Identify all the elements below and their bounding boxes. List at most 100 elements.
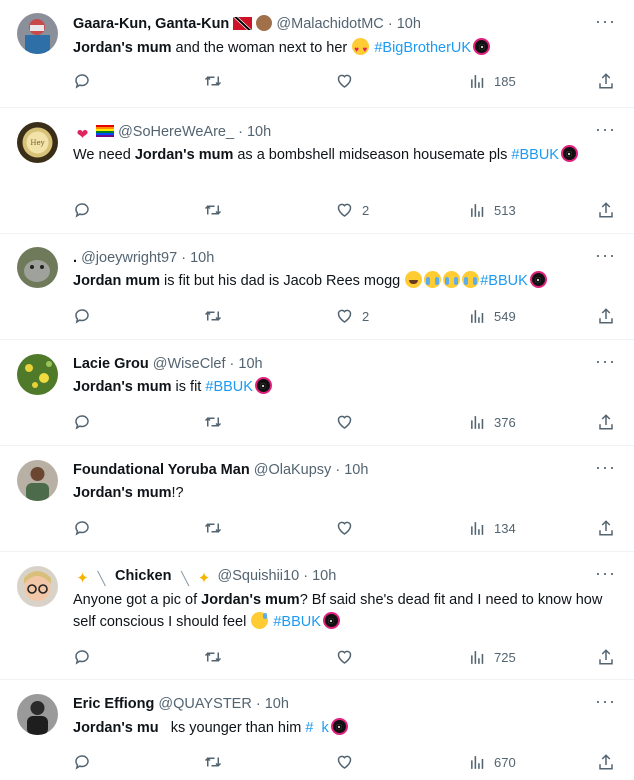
tweet-text: We need Jordan's mum as a bombshell mids… xyxy=(73,144,604,166)
avatar[interactable] xyxy=(17,694,58,735)
share-button[interactable] xyxy=(597,751,615,773)
avatar[interactable] xyxy=(17,247,58,288)
views-button[interactable]: 513 xyxy=(469,199,516,221)
like-button[interactable]: 2 xyxy=(335,199,369,221)
tweet-text-bold: Jordan's mu xyxy=(73,720,159,736)
hashtag-link[interactable]: #BigBrotherUK xyxy=(374,40,471,56)
like-button[interactable] xyxy=(335,517,362,539)
more-icon[interactable]: ··· xyxy=(595,120,616,138)
timestamp[interactable]: 10h xyxy=(238,356,262,372)
avatar[interactable] xyxy=(17,460,58,501)
view-count: 725 xyxy=(494,649,516,665)
more-icon[interactable]: ··· xyxy=(595,564,616,582)
display-name[interactable]: . xyxy=(73,250,77,266)
display-name[interactable]: Chicken xyxy=(115,568,171,584)
timestamp[interactable]: 10h xyxy=(397,16,421,32)
handle[interactable]: @SoHereWeAre_ xyxy=(118,124,234,140)
share-button[interactable] xyxy=(597,646,615,668)
views-button[interactable]: 185 xyxy=(469,70,516,92)
timestamp[interactable]: 10h xyxy=(247,124,271,140)
separator-dot: · xyxy=(387,16,393,32)
handle[interactable]: @Squishii10 xyxy=(218,568,300,584)
fist-emoji-icon xyxy=(256,15,273,31)
reply-button[interactable] xyxy=(73,305,91,327)
tweet-text-bold: Jordan's mum xyxy=(134,147,234,163)
hashtag-link[interactable]: # k xyxy=(305,720,328,736)
tweet[interactable]: Gaara-Kun, Ganta-Kun @MalachidotMC · 10h… xyxy=(0,0,634,108)
timestamp[interactable]: 10h xyxy=(265,696,289,712)
reply-button[interactable] xyxy=(73,517,91,539)
timestamp[interactable]: 10h xyxy=(190,250,214,266)
views-button[interactable]: 376 xyxy=(469,411,516,433)
tweet[interactable]: ✦ ╲ Chicken ╲ ✦ @Squishii10 · 10h ··· Anyo… xyxy=(0,552,634,680)
share-button[interactable] xyxy=(597,70,615,92)
tweet[interactable]: . @joeywright97 · 10h ··· Jordan mum is … xyxy=(0,234,634,340)
handle[interactable]: @QUAYSTER xyxy=(158,696,251,712)
hashtag-link[interactable]: #BBUK xyxy=(273,614,321,630)
share-button[interactable] xyxy=(597,517,615,539)
display-name[interactable]: Eric Effiong xyxy=(73,696,154,712)
hashtag-link[interactable]: #BBUK xyxy=(205,379,253,395)
views-button[interactable]: 670 xyxy=(469,751,516,773)
handle[interactable]: @WiseClef xyxy=(153,356,226,372)
handle[interactable]: @OlaKupsy xyxy=(254,462,332,478)
crying-emoji-icon xyxy=(424,271,442,288)
more-icon[interactable]: ··· xyxy=(595,692,616,710)
more-icon[interactable]: ··· xyxy=(595,12,616,30)
retweet-button[interactable] xyxy=(203,517,223,539)
tweet-text-bold: Jordan's mum xyxy=(73,485,172,501)
views-button[interactable]: 134 xyxy=(469,517,516,539)
retweet-icon xyxy=(204,417,222,427)
avatar[interactable] xyxy=(17,354,58,395)
tweet-text-before: We need xyxy=(73,147,135,163)
avatar[interactable]: Hey xyxy=(17,122,58,163)
tweet[interactable]: Hey ❤ @SoHereWeAre_ · 10h ··· We need Jo… xyxy=(0,108,634,234)
views-button[interactable]: 549 xyxy=(469,305,516,327)
like-button[interactable]: 2 xyxy=(335,305,369,327)
tweet-header: Eric Effiong @QUAYSTER · 10h xyxy=(73,695,594,713)
avatar[interactable] xyxy=(17,566,58,607)
avatar[interactable] xyxy=(17,13,58,54)
like-button[interactable] xyxy=(335,70,362,92)
more-icon[interactable]: ··· xyxy=(595,352,616,370)
like-button[interactable] xyxy=(335,751,362,773)
display-name[interactable]: Lacie Grou xyxy=(73,356,149,372)
retweet-button[interactable] xyxy=(203,751,223,773)
display-name[interactable]: Foundational Yoruba Man xyxy=(73,462,250,478)
tweet-text-after: and the woman next to her xyxy=(171,40,348,56)
views-button[interactable]: 725 xyxy=(469,646,516,668)
more-icon[interactable]: ··· xyxy=(595,458,616,476)
share-icon xyxy=(599,754,613,770)
knife-emoji-icon: ╲ xyxy=(97,571,106,586)
share-button[interactable] xyxy=(597,199,615,221)
retweet-button[interactable] xyxy=(203,646,223,668)
tweet[interactable]: Foundational Yoruba Man @OlaKupsy · 10h … xyxy=(0,446,634,552)
reply-button[interactable] xyxy=(73,646,91,668)
bb-eye-icon xyxy=(560,145,578,162)
handle[interactable]: @MalachidotMC xyxy=(276,16,383,32)
share-button[interactable] xyxy=(597,305,615,327)
more-icon[interactable]: ··· xyxy=(595,246,616,264)
tweet-actions: 2 513 xyxy=(73,199,618,221)
display-name[interactable]: Gaara-Kun, Ganta-Kun xyxy=(73,16,229,32)
retweet-button[interactable] xyxy=(203,70,223,92)
reply-button[interactable] xyxy=(73,70,91,92)
like-button[interactable] xyxy=(335,411,362,433)
retweet-button[interactable] xyxy=(203,411,223,433)
tweet[interactable]: Lacie Grou @WiseClef · 10h ··· Jordan's … xyxy=(0,340,634,446)
timestamp[interactable]: 10h xyxy=(344,462,368,478)
reply-button[interactable] xyxy=(73,199,91,221)
hashtag-link[interactable]: #BBUK xyxy=(511,147,559,163)
retweet-button[interactable] xyxy=(203,199,223,221)
tweet-text-bold: Jordan's mum xyxy=(73,40,172,56)
reply-button[interactable] xyxy=(73,411,91,433)
like-button[interactable] xyxy=(335,646,362,668)
reply-button[interactable] xyxy=(73,751,91,773)
share-button[interactable] xyxy=(597,411,615,433)
views-icon xyxy=(471,415,484,429)
tweet[interactable]: Eric Effiong @QUAYSTER · 10h ··· Jordan'… xyxy=(0,680,634,780)
timestamp[interactable]: 10h xyxy=(312,568,336,584)
handle[interactable]: @joeywright97 xyxy=(81,250,177,266)
retweet-button[interactable] xyxy=(203,305,223,327)
hashtag-link[interactable]: #BBUK xyxy=(480,273,528,289)
